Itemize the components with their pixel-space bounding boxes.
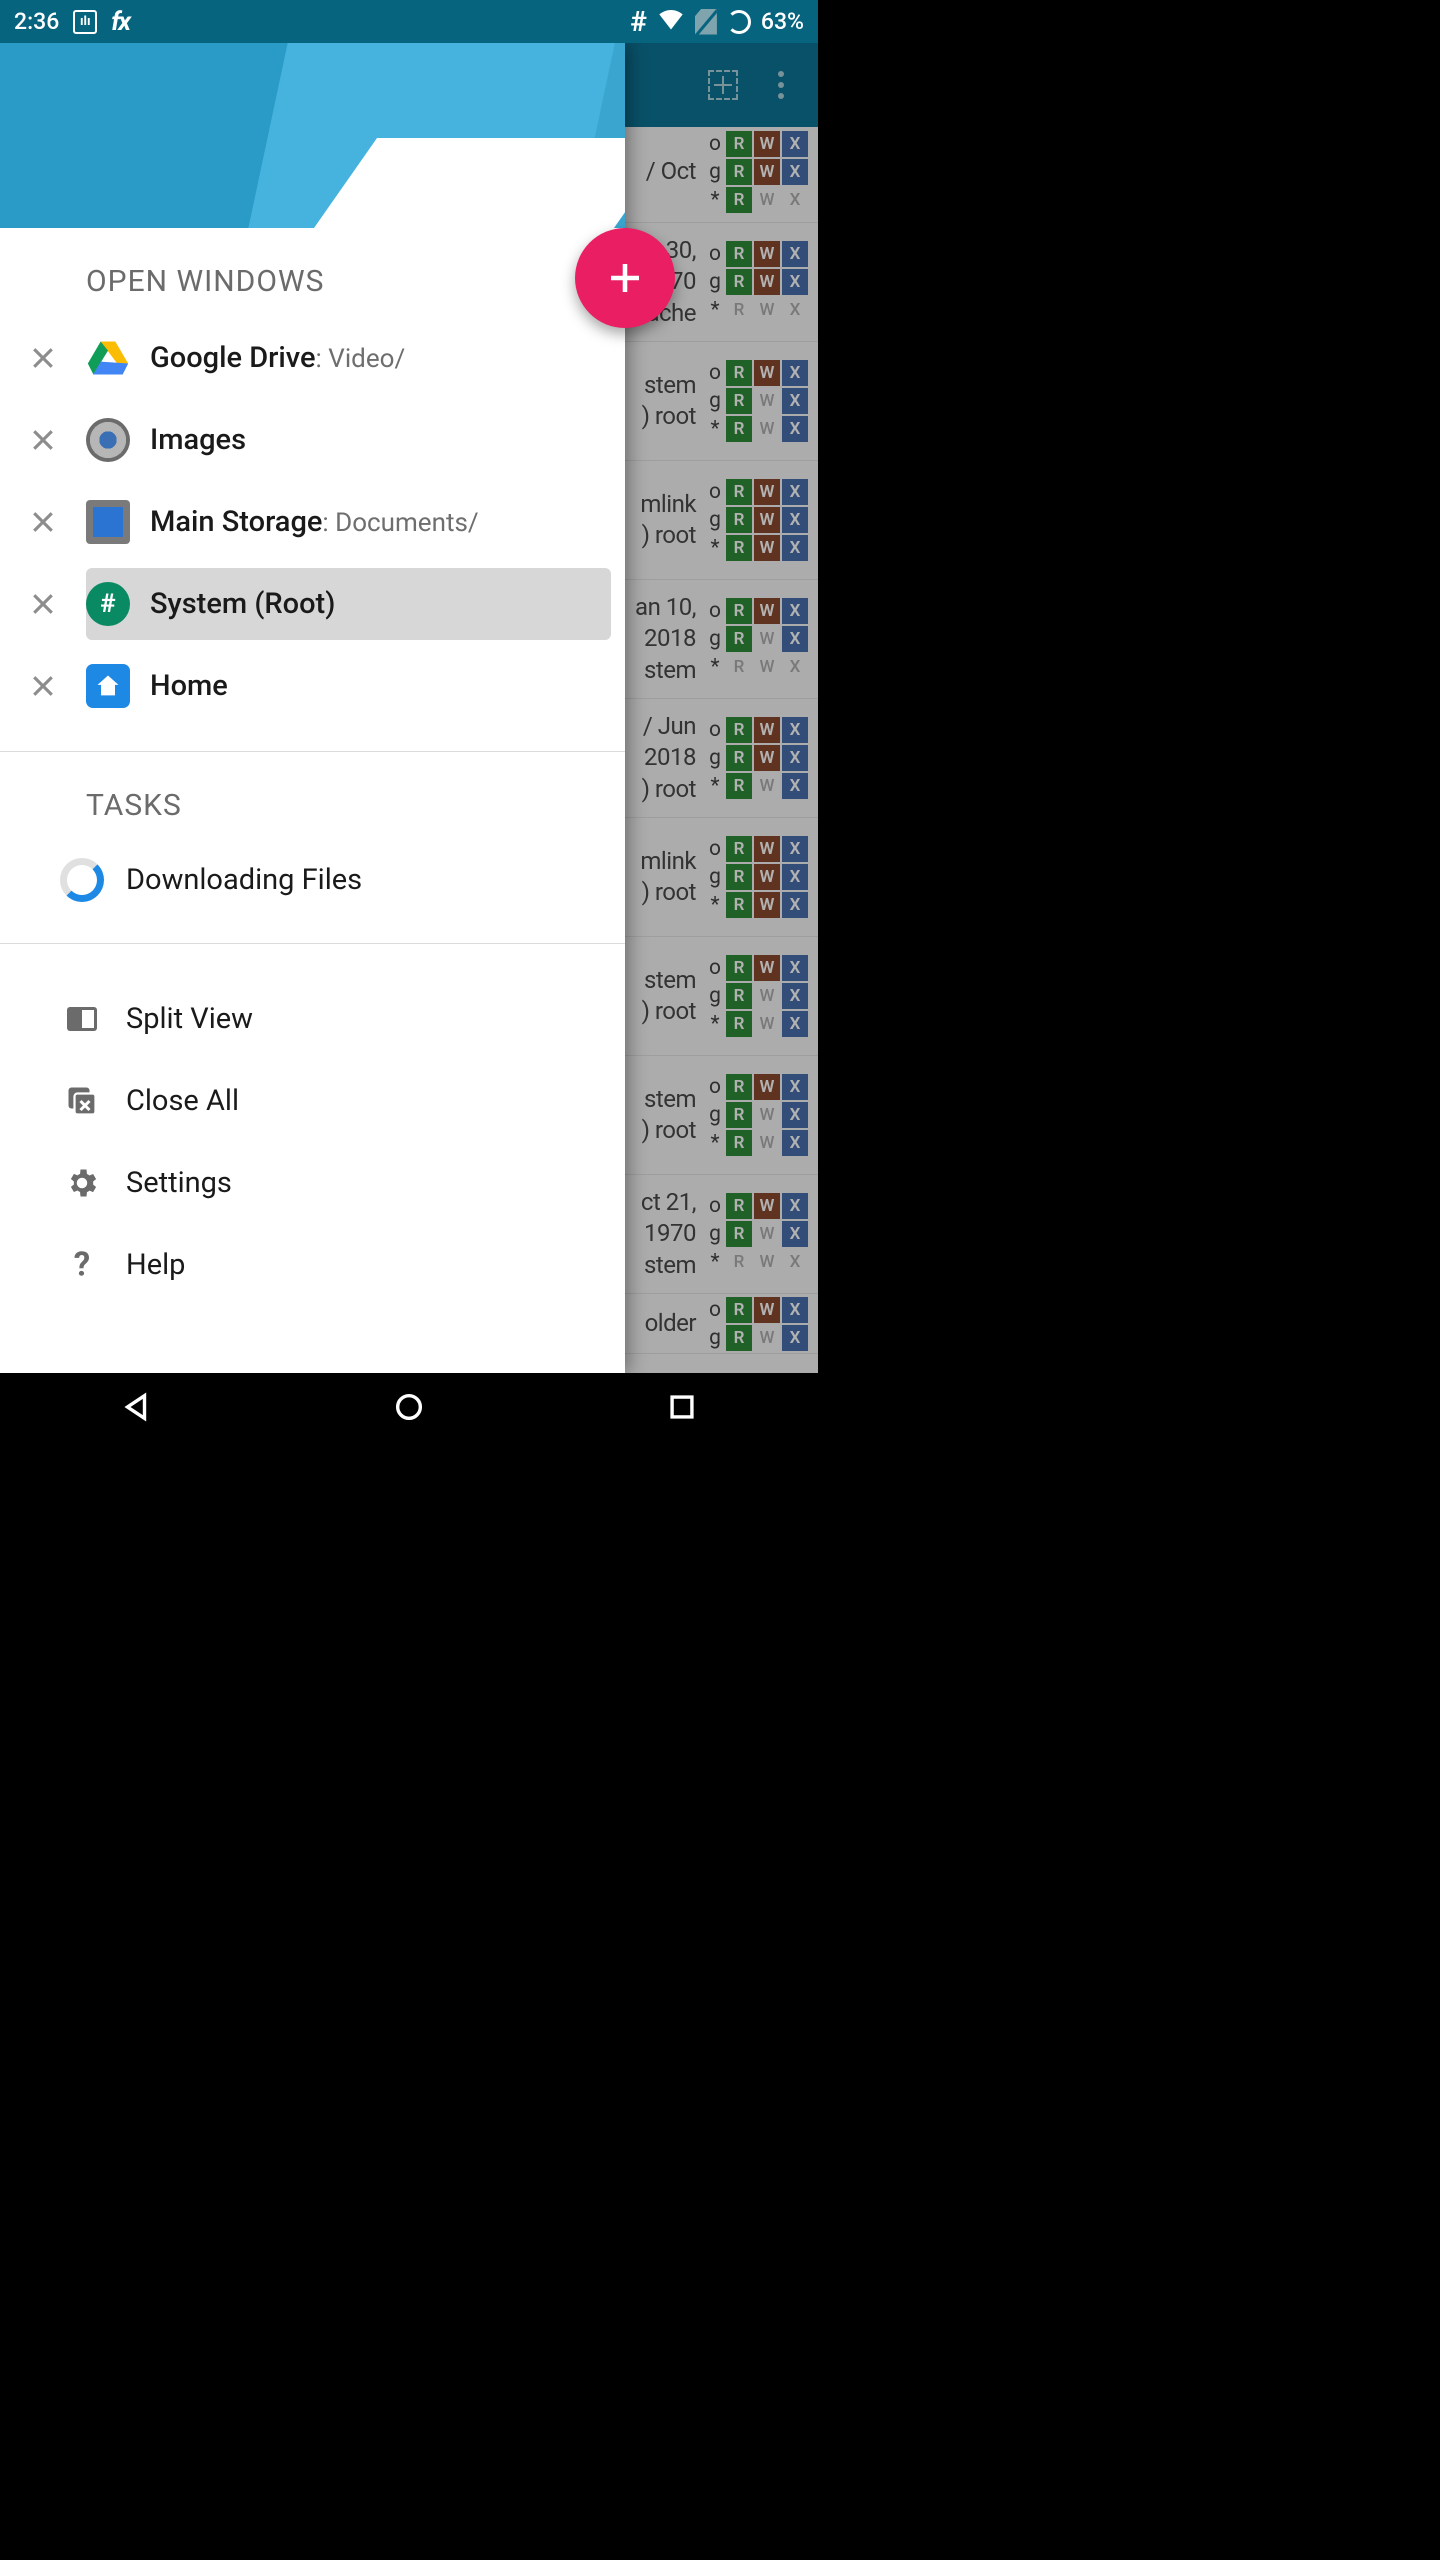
split-view-icon <box>60 997 104 1041</box>
nav-home-button[interactable] <box>349 1383 469 1431</box>
svg-text:?: ? <box>74 1247 90 1283</box>
close-all-action[interactable]: Close All <box>0 1060 625 1142</box>
home-icon <box>86 664 130 708</box>
images-icon <box>86 418 130 462</box>
close-window-button[interactable] <box>0 425 86 455</box>
status-time: 2:36 <box>14 8 59 35</box>
system-nav-bar <box>0 1373 818 1440</box>
nav-recent-button[interactable] <box>622 1383 742 1431</box>
root-hash-icon: # <box>630 5 647 38</box>
window-name: Home <box>150 669 228 703</box>
drawer-header: fX <box>0 43 625 228</box>
no-sim-icon <box>695 9 717 35</box>
add-fab[interactable] <box>575 228 675 328</box>
status-battery: 63% <box>761 8 804 35</box>
task-label: Downloading Files <box>126 863 362 897</box>
storage-icon <box>86 500 130 544</box>
close-all-icon <box>60 1079 104 1123</box>
stats-icon: ılı <box>73 10 97 34</box>
window-item[interactable]: # System (Root) <box>86 568 611 640</box>
open-windows-title: OPEN WINDOWS <box>0 228 625 317</box>
window-name: Images <box>150 423 246 457</box>
fx-logo: fX <box>540 144 601 228</box>
window-name: Google Drive <box>150 341 316 375</box>
gear-icon <box>60 1161 104 1205</box>
split-view-action[interactable]: Split View <box>0 978 625 1060</box>
tasks-title: TASKS <box>0 752 625 841</box>
settings-action[interactable]: Settings <box>0 1142 625 1224</box>
status-bar: 2:36 ılı fx # 63% <box>0 0 818 43</box>
window-item[interactable]: Google Drive: Video/ <box>86 322 611 394</box>
help-label: Help <box>126 1248 185 1282</box>
window-name: Main Storage <box>150 505 322 539</box>
help-icon: ? <box>60 1243 104 1287</box>
close-window-button[interactable] <box>0 507 86 537</box>
close-window-button[interactable] <box>0 671 86 701</box>
close-all-label: Close All <box>126 1084 239 1118</box>
loading-spin-icon <box>727 10 751 34</box>
root-icon: # <box>86 582 130 626</box>
split-view-label: Split View <box>126 1002 253 1036</box>
nav-drawer: fX OPEN WINDOWS Google Drive: Video/Imag… <box>0 43 625 1373</box>
task-item[interactable]: Downloading Files <box>0 841 625 919</box>
close-window-button[interactable] <box>0 589 86 619</box>
progress-spinner-icon <box>60 858 104 902</box>
window-item[interactable]: Home <box>86 650 611 722</box>
nav-back-button[interactable] <box>76 1383 196 1431</box>
gdrive-icon <box>86 336 130 380</box>
window-item[interactable]: Images <box>86 404 611 476</box>
settings-label: Settings <box>126 1166 232 1200</box>
fx-app-icon: fx <box>111 7 129 37</box>
window-path: : Video/ <box>316 344 406 374</box>
window-name: System (Root) <box>150 587 335 621</box>
close-window-button[interactable] <box>0 343 86 373</box>
help-action[interactable]: ? Help <box>0 1224 625 1306</box>
window-path: : Documents/ <box>322 508 478 538</box>
wifi-icon <box>657 5 685 39</box>
window-item[interactable]: Main Storage: Documents/ <box>86 486 611 558</box>
